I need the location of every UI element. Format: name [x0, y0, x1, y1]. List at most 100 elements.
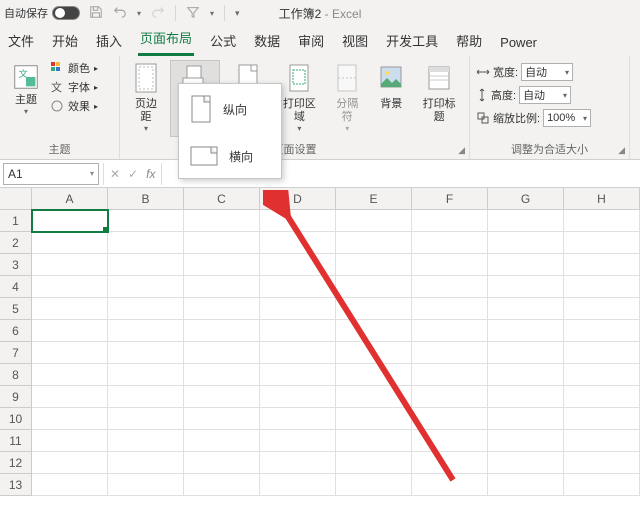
cell[interactable]: [488, 364, 564, 386]
cell[interactable]: [108, 452, 184, 474]
cell[interactable]: [32, 210, 108, 232]
cell[interactable]: [488, 386, 564, 408]
cell[interactable]: [564, 232, 640, 254]
scale-combo[interactable]: 100%▾: [543, 109, 591, 127]
cell[interactable]: [32, 364, 108, 386]
cell[interactable]: [564, 276, 640, 298]
enter-icon[interactable]: ✓: [128, 167, 138, 181]
row-header[interactable]: 11: [0, 430, 32, 452]
cell[interactable]: [336, 210, 412, 232]
cell[interactable]: [412, 320, 488, 342]
orientation-portrait[interactable]: 纵向: [179, 84, 281, 134]
cell[interactable]: [108, 342, 184, 364]
cell[interactable]: [488, 452, 564, 474]
cell[interactable]: [412, 452, 488, 474]
cell[interactable]: [564, 452, 640, 474]
cell[interactable]: [108, 474, 184, 496]
cell[interactable]: [184, 430, 260, 452]
cell[interactable]: [260, 342, 336, 364]
margins-button[interactable]: 页边距▾: [126, 60, 166, 135]
cell[interactable]: [564, 430, 640, 452]
cell[interactable]: [412, 276, 488, 298]
row-header[interactable]: 1: [0, 210, 32, 232]
row-header[interactable]: 3: [0, 254, 32, 276]
cell[interactable]: [336, 232, 412, 254]
page-setup-launcher-icon[interactable]: ◢: [458, 145, 465, 156]
height-combo[interactable]: 自动▾: [519, 86, 571, 104]
cell[interactable]: [488, 254, 564, 276]
cell[interactable]: [336, 386, 412, 408]
cell[interactable]: [412, 254, 488, 276]
breaks-button[interactable]: 分隔符▾: [327, 60, 367, 135]
cell[interactable]: [488, 276, 564, 298]
filter-icon[interactable]: [186, 5, 200, 22]
cell[interactable]: [260, 298, 336, 320]
theme-fonts-button[interactable]: 文 字体▸: [50, 79, 98, 95]
cell[interactable]: [184, 342, 260, 364]
qat-customize-icon[interactable]: ▾: [235, 8, 240, 19]
cell[interactable]: [184, 276, 260, 298]
cell[interactable]: [260, 474, 336, 496]
col-header[interactable]: H: [564, 188, 640, 210]
row-header[interactable]: 5: [0, 298, 32, 320]
cell[interactable]: [412, 364, 488, 386]
cell[interactable]: [336, 254, 412, 276]
cell[interactable]: [488, 408, 564, 430]
cell[interactable]: [564, 474, 640, 496]
col-header[interactable]: F: [412, 188, 488, 210]
cell[interactable]: [32, 298, 108, 320]
row-header[interactable]: 8: [0, 364, 32, 386]
row-header[interactable]: 9: [0, 386, 32, 408]
cell[interactable]: [184, 452, 260, 474]
print-area-button[interactable]: 打印区域▾: [276, 60, 324, 135]
theme-effects-button[interactable]: 效果▸: [50, 98, 98, 114]
theme-colors-button[interactable]: 颜色▸: [50, 60, 98, 76]
spreadsheet-grid[interactable]: ABCDEFGH 12345678910111213: [0, 188, 640, 528]
cell[interactable]: [32, 232, 108, 254]
cell[interactable]: [336, 276, 412, 298]
cell[interactable]: [184, 408, 260, 430]
background-button[interactable]: 背景: [371, 60, 411, 113]
orientation-landscape[interactable]: 横向: [179, 134, 281, 178]
save-icon[interactable]: [89, 5, 103, 22]
scale-launcher-icon[interactable]: ◢: [618, 145, 625, 156]
cell[interactable]: [336, 474, 412, 496]
cell[interactable]: [412, 342, 488, 364]
cell[interactable]: [108, 254, 184, 276]
cell[interactable]: [32, 320, 108, 342]
redo-icon[interactable]: [151, 5, 165, 22]
cell[interactable]: [488, 298, 564, 320]
tab-formulas[interactable]: 公式: [208, 25, 238, 56]
tab-view[interactable]: 视图: [340, 25, 370, 56]
cell[interactable]: [564, 342, 640, 364]
cell[interactable]: [32, 276, 108, 298]
tab-page-layout[interactable]: 页面布局: [138, 22, 194, 56]
fx-icon[interactable]: fx: [146, 167, 155, 181]
cell[interactable]: [336, 298, 412, 320]
cell[interactable]: [260, 232, 336, 254]
col-header[interactable]: D: [260, 188, 336, 210]
undo-icon[interactable]: [113, 5, 127, 22]
cell[interactable]: [184, 232, 260, 254]
tab-file[interactable]: 文件: [6, 25, 36, 56]
cancel-icon[interactable]: ✕: [110, 167, 120, 181]
cell[interactable]: [32, 474, 108, 496]
cell[interactable]: [564, 364, 640, 386]
cell[interactable]: [108, 276, 184, 298]
cell[interactable]: [108, 210, 184, 232]
cell[interactable]: [108, 232, 184, 254]
row-header[interactable]: 13: [0, 474, 32, 496]
col-header[interactable]: C: [184, 188, 260, 210]
cell[interactable]: [564, 408, 640, 430]
cell[interactable]: [488, 320, 564, 342]
tab-review[interactable]: 审阅: [296, 25, 326, 56]
cell[interactable]: [488, 232, 564, 254]
cell[interactable]: [184, 474, 260, 496]
cell[interactable]: [260, 276, 336, 298]
cell[interactable]: [260, 430, 336, 452]
col-header[interactable]: G: [488, 188, 564, 210]
row-header[interactable]: 10: [0, 408, 32, 430]
cell[interactable]: [32, 342, 108, 364]
tab-developer[interactable]: 开发工具: [384, 25, 440, 56]
cell[interactable]: [108, 364, 184, 386]
